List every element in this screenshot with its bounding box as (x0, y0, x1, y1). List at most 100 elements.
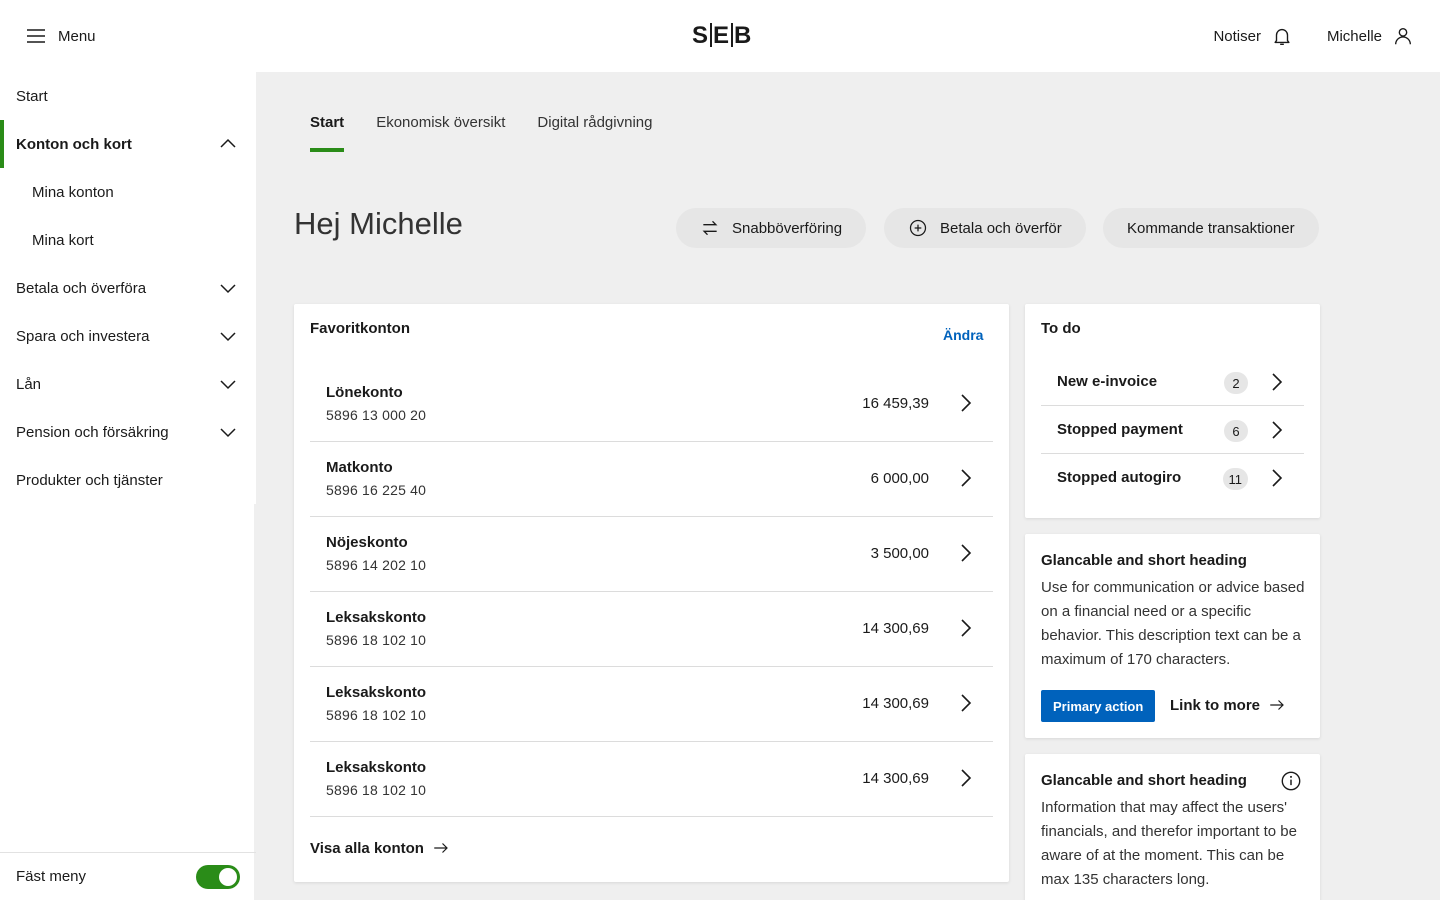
todo-item[interactable]: Stopped autogiro 11 (1041, 454, 1304, 502)
todo-item[interactable]: New e-invoice 2 (1041, 358, 1304, 406)
sidebar-item-label: Betala och överföra (16, 279, 147, 297)
sidebar-item-label: Konton och kort (16, 135, 132, 153)
account-name: Leksakskonto (326, 684, 427, 701)
count-badge: 6 (1224, 420, 1248, 442)
todo-title: To do (1041, 320, 1081, 337)
menu-label: Menu (58, 27, 96, 45)
sidebar-item-label: Produkter och tjänster (16, 471, 163, 489)
account-balance: 14 300,69 (862, 620, 929, 637)
menu-button[interactable]: Menu (24, 24, 96, 48)
favorites-title: Favoritkonton (310, 320, 410, 337)
info-icon[interactable] (1280, 770, 1302, 792)
chevron-right-icon (961, 544, 972, 562)
favorite-accounts-card: Favoritkonton Ändra Lönekonto 5896 13 00… (294, 304, 1009, 882)
account-name: Leksakskonto (326, 609, 427, 626)
count-badge: 2 (1224, 372, 1248, 394)
hamburger-icon (27, 29, 45, 43)
sidebar-item-mina-kort[interactable]: Mina kort (0, 216, 256, 264)
account-row[interactable]: Lönekonto 5896 13 000 20 16 459,39 (310, 367, 993, 442)
sidebar-divider (254, 504, 256, 900)
account-row[interactable]: Matkonto 5896 16 225 40 6 000,00 (310, 442, 993, 517)
account-row[interactable]: Leksakskonto 5896 18 102 10 14 300,69 (310, 667, 993, 742)
quick-transfer-button[interactable]: Snabböverföring (676, 208, 867, 248)
pin-menu-toggle[interactable] (196, 864, 240, 889)
chevron-down-icon (220, 428, 236, 438)
quick-transfer-label: Snabböverföring (732, 219, 843, 237)
todo-item[interactable]: Stopped payment 6 (1041, 406, 1304, 454)
user-profile-button[interactable]: Michelle (1327, 25, 1414, 47)
account-number: 5896 18 102 10 (326, 782, 427, 798)
sidebar-item-label: Start (16, 87, 48, 105)
account-number: 5896 18 102 10 (326, 632, 427, 648)
sidebar-item-pension[interactable]: Pension och försäkring (0, 408, 256, 456)
account-name: Lönekonto (326, 384, 403, 401)
chevron-right-icon (961, 469, 972, 487)
sidebar-item-produkter[interactable]: Produkter och tjänster (0, 456, 256, 504)
sidebar-item-spara[interactable]: Spara och investera (0, 312, 256, 360)
link-to-more[interactable]: Link to more (1170, 696, 1286, 714)
logo-letter-b: B (734, 22, 753, 49)
sidebar-item-label: Lån (16, 375, 42, 393)
sidebar-item-label: Pension och försäkring (16, 423, 169, 441)
account-number: 5896 18 102 10 (326, 707, 427, 723)
sidebar-nav: Start Konton och kort Mina konton Mina k… (0, 72, 256, 900)
sidebar-item-label: Spara och investera (16, 327, 150, 345)
account-balance: 14 300,69 (862, 770, 929, 787)
tab-start[interactable]: Start (310, 114, 345, 152)
account-row[interactable]: Leksakskonto 5896 18 102 10 14 300,69 (310, 742, 993, 817)
account-name: Nöjeskonto (326, 534, 408, 551)
sidebar-item-start[interactable]: Start (0, 72, 256, 120)
tab-ekonomisk-oversikt[interactable]: Ekonomisk översikt (376, 114, 505, 152)
swap-arrows-icon (702, 220, 718, 236)
link-to-more-label: Link to more (1170, 696, 1261, 714)
top-header: Menu SEB Notiser Michelle (0, 0, 1440, 72)
chevron-right-icon (961, 769, 972, 787)
account-row[interactable]: Nöjeskonto 5896 14 202 10 3 500,00 (310, 517, 993, 592)
sidebar-item-lan[interactable]: Lån (0, 360, 256, 408)
page-title: Hej Michelle (294, 206, 463, 241)
user-icon (1394, 27, 1412, 45)
chevron-down-icon (220, 332, 236, 342)
tab-digital-radgivning[interactable]: Digital rådgivning (537, 114, 652, 152)
todo-card: To do New e-invoice 2 Stopped payment 6 … (1025, 304, 1320, 518)
chevron-down-icon (220, 284, 236, 294)
notifications-button[interactable]: Notiser (1213, 25, 1293, 47)
account-name: Matkonto (326, 459, 393, 476)
account-number: 5896 13 000 20 (326, 407, 427, 423)
pin-menu-label: Fäst meny (16, 868, 87, 885)
pay-transfer-label: Betala och överför (940, 219, 1062, 237)
info-card: Glancable and short heading Information … (1025, 754, 1320, 900)
pin-menu-row: Fäst meny (0, 852, 256, 900)
sidebar-item-label: Mina konton (32, 183, 114, 201)
edit-favorites-link[interactable]: Ändra (943, 327, 983, 343)
logo-letter-s: S (692, 22, 710, 49)
arrow-right-icon (434, 843, 448, 853)
account-balance: 14 300,69 (862, 695, 929, 712)
chevron-up-icon (220, 138, 236, 148)
arrow-right-icon (1270, 700, 1284, 710)
todo-label: Stopped payment (1057, 421, 1183, 438)
account-balance: 16 459,39 (862, 395, 929, 412)
sidebar-item-mina-konton[interactable]: Mina konton (0, 168, 256, 216)
account-balance: 6 000,00 (870, 470, 929, 487)
bell-icon (1274, 28, 1290, 45)
show-all-accounts-link[interactable]: Visa alla konton (310, 839, 450, 857)
sidebar-item-label: Mina kort (32, 231, 94, 249)
upcoming-transactions-button[interactable]: Kommande transaktioner (1103, 208, 1319, 248)
sidebar-item-betala[interactable]: Betala och överföra (0, 264, 256, 312)
seb-logo[interactable]: SEB (692, 22, 752, 50)
info-text: Information that may affect the users' f… (1041, 799, 1297, 888)
account-row[interactable]: Leksakskonto 5896 18 102 10 14 300,69 (310, 592, 993, 667)
user-name: Michelle (1326, 27, 1382, 45)
account-number: 5896 16 225 40 (326, 482, 427, 498)
show-all-accounts-label: Visa alla konton (310, 839, 424, 857)
advice-heading: Glancable and short heading (1041, 552, 1247, 569)
chevron-right-icon (1272, 421, 1283, 439)
sidebar-item-konton-och-kort[interactable]: Konton och kort (0, 120, 256, 168)
main-tabs: Start Ekonomisk översikt Digital rådgivn… (310, 114, 652, 152)
info-heading: Glancable and short heading (1041, 772, 1247, 789)
todo-label: New e-invoice (1057, 373, 1158, 390)
pay-transfer-button[interactable]: Betala och överför (884, 208, 1086, 248)
primary-action-button[interactable]: Primary action (1041, 690, 1156, 722)
chevron-right-icon (1272, 373, 1283, 391)
